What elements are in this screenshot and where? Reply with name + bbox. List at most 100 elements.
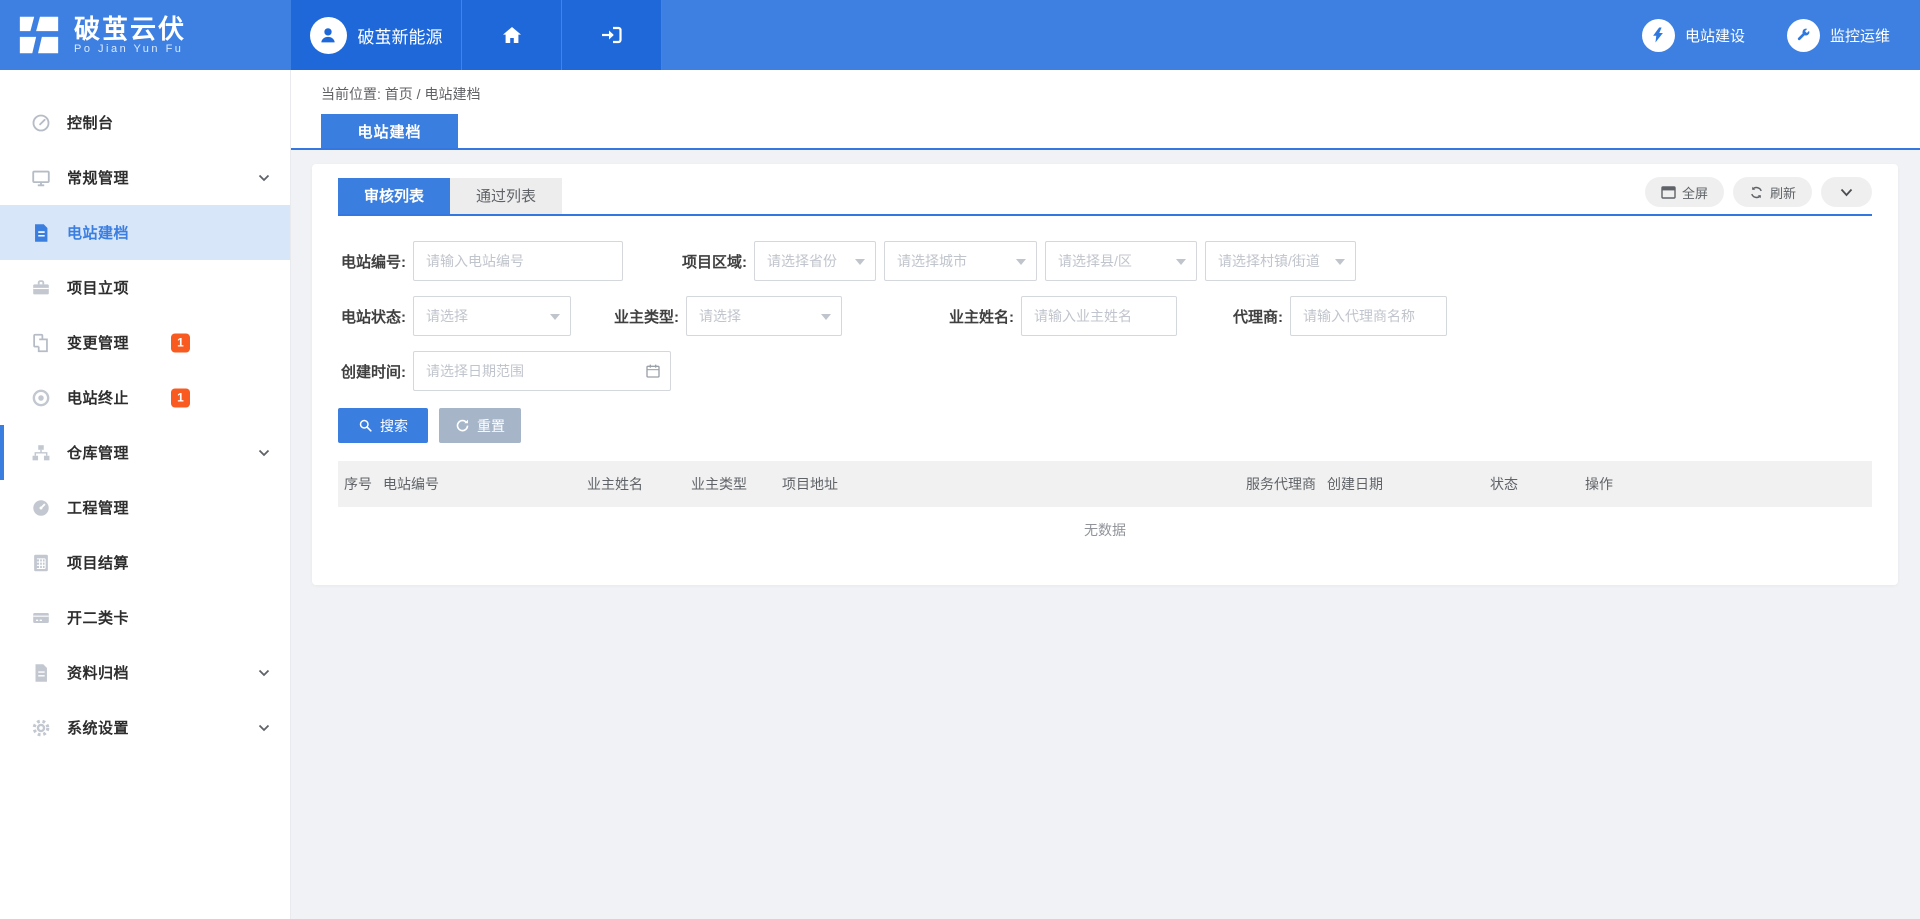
sidebar: 控制台 常规管理 电站建档 <box>0 70 291 919</box>
sidebar-item-project-initiation[interactable]: 项目立项 <box>0 260 290 315</box>
chevron-down-icon <box>258 724 270 732</box>
breadcrumb-current: 电站建档 <box>424 86 480 102</box>
breadcrumb-home-link[interactable]: 首页 <box>385 86 413 102</box>
sidebar-item-open-type2-card[interactable]: 开二类卡 <box>0 590 290 645</box>
panel-tabs: 审核列表 通过列表 <box>338 178 562 214</box>
sidebar-item-project-settlement[interactable]: 项目结算 <box>0 535 290 590</box>
tab-review-list[interactable]: 审核列表 <box>338 178 450 214</box>
owner-type-select[interactable]: 请选择 <box>686 296 842 336</box>
sidebar-item-general-mgmt[interactable]: 常规管理 <box>0 150 290 205</box>
tab-passed-list[interactable]: 通过列表 <box>450 178 562 214</box>
monitor-icon <box>30 167 52 189</box>
logout-button[interactable] <box>562 0 662 70</box>
top-header: 破茧云伏 Po Jian Yun Fu 破茧新能源 <box>0 0 1920 70</box>
column-header: 业主类型 <box>691 474 782 494</box>
caret-down-icon <box>550 314 560 320</box>
briefcase-icon <box>30 277 52 299</box>
sidebar-item-label: 项目立项 <box>67 277 129 298</box>
table-header-row: 序号 电站编号 业主姓名 业主类型 项目地址 服务代理商 创建日期 状态 操作 <box>338 461 1872 507</box>
user-name: 破茧新能源 <box>358 23 443 48</box>
content: 审核列表 通过列表 全屏 <box>291 150 1920 919</box>
notification-badge: 1 <box>171 388 190 407</box>
sidebar-item-warehouse-mgmt[interactable]: 仓库管理 <box>0 425 290 480</box>
caret-down-icon <box>1176 259 1186 265</box>
refresh-button[interactable]: 刷新 <box>1733 177 1812 207</box>
caret-down-icon <box>821 314 831 320</box>
breadcrumb-separator: / <box>417 86 421 102</box>
gauge-icon <box>30 497 52 519</box>
home-button[interactable] <box>462 0 562 70</box>
sidebar-item-label: 开二类卡 <box>67 607 129 628</box>
breadcrumb-prefix: 当前位置: <box>321 86 381 102</box>
copy-icon <box>30 332 52 354</box>
avatar <box>310 17 347 54</box>
sidebar-item-engineering-mgmt[interactable]: 工程管理 <box>0 480 290 535</box>
caret-down-icon <box>1016 259 1026 265</box>
chevron-down-icon <box>258 669 270 677</box>
calendar-icon <box>645 363 661 379</box>
refresh-icon <box>1749 185 1764 200</box>
sidebar-item-label: 常规管理 <box>67 167 129 188</box>
panel: 审核列表 通过列表 全屏 <box>312 164 1898 585</box>
target-icon <box>30 387 52 409</box>
sitemap-icon <box>30 442 52 464</box>
village-select[interactable]: 请选择村镇/街道 <box>1205 241 1356 281</box>
nav-station-build-label: 电站建设 <box>1685 25 1745 46</box>
owner-type-label: 业主类型: <box>611 306 679 327</box>
station-no-input[interactable] <box>413 241 623 281</box>
region-label: 项目区域: <box>679 251 747 272</box>
reset-button[interactable]: 重置 <box>439 408 521 443</box>
county-select[interactable]: 请选择县/区 <box>1045 241 1197 281</box>
lightning-icon <box>1642 19 1675 52</box>
city-select[interactable]: 请选择城市 <box>884 241 1037 281</box>
owner-name-input[interactable] <box>1021 296 1177 336</box>
document-icon <box>30 222 52 244</box>
column-header: 电站编号 <box>383 474 587 494</box>
collapse-button[interactable] <box>1821 177 1872 207</box>
breadcrumb-bar: 当前位置: 首页 / 电站建档 电站建档 <box>291 70 1920 150</box>
sidebar-item-console[interactable]: 控制台 <box>0 95 290 150</box>
brand-title: 破茧云伏 <box>74 15 186 43</box>
nav-monitor-ops-label: 监控运维 <box>1830 25 1890 46</box>
create-time-label: 创建时间: <box>338 361 406 382</box>
home-icon <box>500 23 524 47</box>
date-range-input[interactable] <box>413 351 671 391</box>
sidebar-item-station-termination[interactable]: 电站终止 1 <box>0 370 290 425</box>
column-header: 状态 <box>1490 474 1585 494</box>
user-menu[interactable]: 破茧新能源 <box>291 0 462 70</box>
sidebar-item-label: 项目结算 <box>67 552 129 573</box>
window-icon <box>1661 186 1676 199</box>
column-header: 操作 <box>1585 474 1872 494</box>
column-header: 业主姓名 <box>587 474 691 494</box>
column-header: 序号 <box>338 474 383 494</box>
date-range-picker[interactable] <box>413 351 671 391</box>
search-form: 电站编号: 项目区域: 请选择省份 请选择城市 请选择县/区 <box>338 216 1872 443</box>
sidebar-item-label: 仓库管理 <box>67 442 129 463</box>
sidebar-item-station-archive[interactable]: 电站建档 <box>0 205 290 260</box>
sidebar-item-label: 电站建档 <box>67 222 129 243</box>
agent-input[interactable] <box>1290 296 1447 336</box>
header-right-nav: 电站建设 监控运维 <box>662 0 1920 70</box>
station-status-label: 电站状态: <box>338 306 406 327</box>
sidebar-item-label: 变更管理 <box>67 332 129 353</box>
nav-station-build[interactable]: 电站建设 <box>1642 19 1745 52</box>
nav-monitor-ops[interactable]: 监控运维 <box>1787 19 1890 52</box>
column-header: 服务代理商 <box>1246 474 1327 494</box>
search-icon <box>358 418 373 433</box>
panel-toolbar: 全屏 刷新 <box>1645 177 1872 214</box>
agent-label: 代理商: <box>1215 306 1283 327</box>
sidebar-item-change-mgmt[interactable]: 变更管理 1 <box>0 315 290 370</box>
fullscreen-button[interactable]: 全屏 <box>1645 177 1724 207</box>
sidebar-item-system-settings[interactable]: 系统设置 <box>0 700 290 755</box>
calculator-icon <box>30 552 52 574</box>
province-select[interactable]: 请选择省份 <box>754 241 876 281</box>
sidebar-item-data-archive[interactable]: 资料归档 <box>0 645 290 700</box>
search-button[interactable]: 搜索 <box>338 408 428 443</box>
page-tab-station-archive[interactable]: 电站建档 <box>321 114 458 148</box>
chevron-down-icon <box>258 174 270 182</box>
station-status-select[interactable]: 请选择 <box>413 296 571 336</box>
brand-logo: 破茧云伏 Po Jian Yun Fu <box>0 0 291 70</box>
notification-badge: 1 <box>171 333 190 352</box>
column-header: 项目地址 <box>782 474 1246 494</box>
sign-in-icon <box>599 23 625 47</box>
